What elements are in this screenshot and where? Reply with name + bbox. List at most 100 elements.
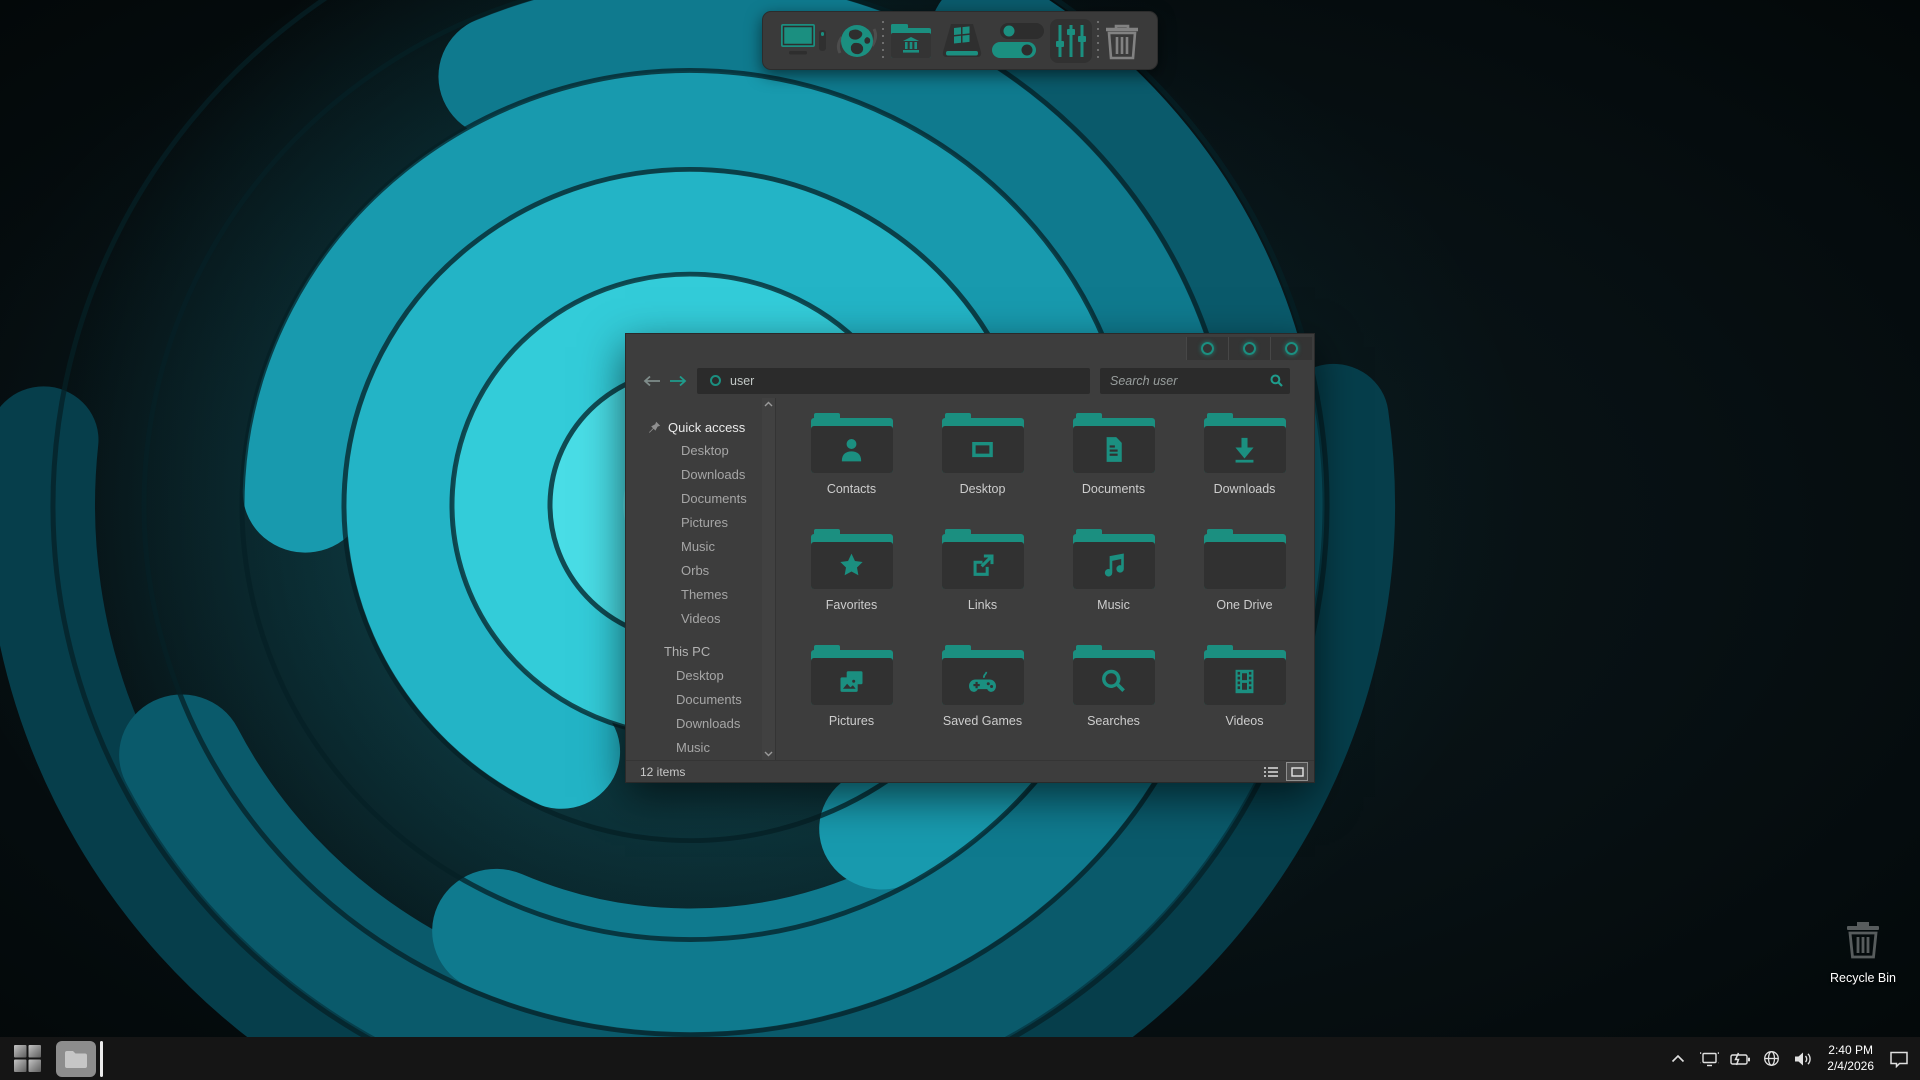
status-bar: 12 items <box>626 760 1314 782</box>
folder-tile-videos[interactable]: Videos <box>1179 643 1310 759</box>
sidebar-item-label: Downloads <box>681 467 746 482</box>
tray-date: 2/4/2026 <box>1827 1058 1874 1073</box>
list-view-button[interactable] <box>1261 763 1281 780</box>
recycle-bin-desktop-icon[interactable]: Recycle Bin <box>1820 916 1906 985</box>
minimize-button[interactable] <box>1186 337 1228 360</box>
file-explorer-taskbar-button[interactable] <box>56 1040 96 1077</box>
toggle-switches-icon[interactable] <box>990 17 1046 65</box>
caption-buttons <box>1186 337 1312 360</box>
search-icon[interactable] <box>1270 374 1283 387</box>
folder-icon <box>810 645 893 705</box>
sidebar-item-desktop[interactable]: Desktop <box>626 439 775 463</box>
sliders-icon[interactable] <box>1048 17 1094 65</box>
folder-tile-contacts[interactable]: Contacts <box>786 411 917 527</box>
address-bar[interactable]: user <box>697 367 1090 394</box>
sidebar-scrollbar[interactable] <box>762 398 775 760</box>
folder-tile-downloads[interactable]: Downloads <box>1179 411 1310 527</box>
sidebar-item-documents[interactable]: Documents <box>626 487 775 511</box>
sidebar-section-this-pc[interactable]: This PC <box>626 640 775 664</box>
sidebar-item-label: Themes <box>681 587 728 602</box>
sidebar-item-thispc-downloads[interactable]: Downloads <box>626 712 775 736</box>
close-button[interactable] <box>1270 337 1312 360</box>
folder-tile-documents[interactable]: Documents <box>1048 411 1179 527</box>
desktop: user Quick access <box>0 0 1920 1080</box>
folder-tile-desktop[interactable]: Desktop <box>917 411 1048 527</box>
network-button[interactable] <box>1760 1044 1782 1074</box>
minimize-orb-icon <box>1201 342 1214 355</box>
folder-tile-saved-games[interactable]: Saved Games <box>917 643 1048 759</box>
folder-tile-links[interactable]: Links <box>917 527 1048 643</box>
active-window-indicator <box>100 1040 103 1077</box>
folder-view: Contacts Desktop Documents Downloads Fav… <box>776 398 1314 760</box>
bank-folder-icon[interactable] <box>887 17 935 65</box>
clock[interactable]: 2:40 PM 2/4/2026 <box>1827 1043 1874 1075</box>
internet-globe-icon[interactable] <box>834 17 880 65</box>
system-drive-icon[interactable] <box>937 17 987 65</box>
sidebar-item-downloads[interactable]: Downloads <box>626 463 775 487</box>
folder-icon <box>941 645 1024 705</box>
folder-label: Saved Games <box>942 714 1023 728</box>
scroll-up-icon[interactable] <box>764 401 773 407</box>
forward-button[interactable] <box>665 370 691 392</box>
back-button[interactable] <box>639 370 665 392</box>
folder-icon <box>941 413 1024 473</box>
large-icons-view-button[interactable] <box>1286 762 1308 781</box>
start-button[interactable] <box>6 1037 48 1080</box>
folder-icon <box>1203 645 1286 705</box>
folder-icon <box>65 1050 87 1068</box>
folder-label: Desktop <box>959 482 1006 496</box>
file-explorer-window: user Quick access <box>625 333 1315 783</box>
sidebar-item-label: Orbs <box>681 563 710 578</box>
recycle-bin-icon <box>1847 922 1879 959</box>
folder-icon <box>1203 413 1286 473</box>
folder-tile-one-drive[interactable]: One Drive <box>1179 527 1310 643</box>
battery-button[interactable] <box>1729 1044 1751 1074</box>
action-center-button[interactable] <box>1888 1044 1910 1074</box>
sidebar-item-thispc-music[interactable]: Music <box>626 736 775 760</box>
folder-tile-pictures[interactable]: Pictures <box>786 643 917 759</box>
trash-icon[interactable] <box>1101 17 1143 65</box>
maximize-orb-icon <box>1243 342 1256 355</box>
tray-time: 2:40 PM <box>1828 1042 1873 1057</box>
sidebar-item-label: Music <box>681 539 715 554</box>
sidebar-item-orbs[interactable]: Orbs <box>626 559 775 583</box>
folder-label: Favorites <box>825 598 878 612</box>
sidebar-item-pictures[interactable]: Pictures <box>626 511 775 535</box>
battery-charging-icon <box>1730 1052 1750 1065</box>
sidebar-item-videos[interactable]: Videos <box>626 607 775 631</box>
sidebar-item-thispc-documents[interactable]: Documents <box>626 688 775 712</box>
sidebar-item-thispc-desktop[interactable]: Desktop <box>626 664 775 688</box>
pin-icon <box>649 421 661 433</box>
folder-label: Videos <box>1225 714 1264 728</box>
folder-label: Music <box>1097 598 1130 612</box>
folder-icon <box>941 529 1024 589</box>
scroll-down-icon[interactable] <box>764 751 773 757</box>
sidebar-item-label: Desktop <box>676 668 724 683</box>
folder-tile-favorites[interactable]: Favorites <box>786 527 917 643</box>
search-input[interactable] <box>1100 373 1297 388</box>
sidebar-item-label: Downloads <box>676 716 741 731</box>
address-location-icon <box>710 375 721 386</box>
sidebar-item-label: Videos <box>681 611 721 626</box>
folder-tile-searches[interactable]: Searches <box>1048 643 1179 759</box>
close-orb-icon <box>1285 342 1298 355</box>
sidebar-item-label: Documents <box>681 491 747 506</box>
display-icon[interactable] <box>777 17 831 65</box>
chevron-up-icon <box>1672 1054 1685 1063</box>
folder-icon <box>1072 645 1155 705</box>
titlebar[interactable] <box>626 334 1314 363</box>
back-arrow-icon <box>643 375 660 386</box>
folder-tile-music[interactable]: Music <box>1048 527 1179 643</box>
folder-icon <box>1203 529 1286 589</box>
sidebar-section-quick-access[interactable]: Quick access <box>626 415 775 439</box>
dock-separator <box>882 20 884 61</box>
tray-expand-button[interactable] <box>1667 1044 1689 1074</box>
sidebar-item-music[interactable]: Music <box>626 535 775 559</box>
sidebar-item-themes[interactable]: Themes <box>626 583 775 607</box>
volume-button[interactable] <box>1791 1044 1813 1074</box>
folder-label: Contacts <box>826 482 877 496</box>
items-count: 12 items <box>640 764 686 779</box>
cast-button[interactable] <box>1698 1044 1720 1074</box>
maximize-button[interactable] <box>1228 337 1270 360</box>
search-box <box>1100 367 1297 394</box>
